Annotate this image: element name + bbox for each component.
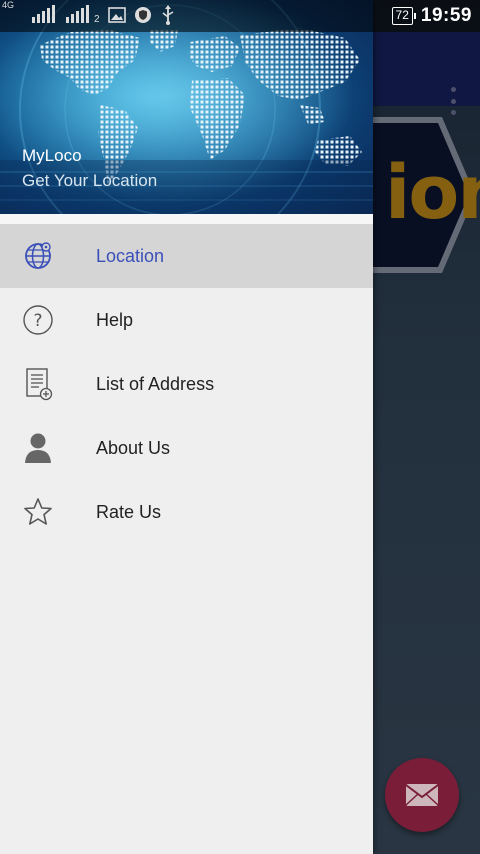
status-bar: 4G 2 72 19:59 <box>0 0 480 32</box>
signal-icon <box>32 4 55 23</box>
menu-item-label: List of Address <box>96 373 215 394</box>
image-icon <box>107 6 126 23</box>
help-icon: ? <box>22 304 54 336</box>
menu-item-rate-us[interactable]: Rate Us <box>0 480 373 544</box>
drawer-app-name: MyLoco <box>22 146 82 165</box>
menu-item-list-of-address[interactable]: List of Address <box>0 352 373 416</box>
menu-item-label: Location <box>96 245 165 266</box>
battery-icon: 72 <box>391 7 417 25</box>
drawer-header: MyLoco Get Your Location <box>0 0 373 214</box>
star-icon <box>22 496 54 528</box>
mail-icon <box>405 784 439 806</box>
menu-item-label: Help <box>96 309 134 330</box>
svg-text:?: ? <box>33 311 42 331</box>
header-divider <box>0 214 373 224</box>
navigation-drawer: MyLoco Get Your Location Location ? Help… <box>0 0 373 854</box>
menu-item-about-us[interactable]: About Us <box>0 416 373 480</box>
usb-icon <box>162 4 173 25</box>
sim2-label: 2 <box>94 14 100 25</box>
drawer-menu: Location ? Help List of Address About Us… <box>0 224 373 544</box>
globe-icon <box>22 240 54 272</box>
menu-item-location[interactable]: Location <box>0 224 373 288</box>
menu-item-help[interactable]: ? Help <box>0 288 373 352</box>
battery-level: 72 <box>395 8 409 22</box>
signal-2-icon <box>66 4 89 23</box>
menu-item-label: Rate Us <box>96 501 162 522</box>
clock: 19:59 <box>420 5 472 26</box>
address-list-icon <box>22 368 54 401</box>
drawer-subtitle: Get Your Location <box>22 171 158 190</box>
menu-item-label: About Us <box>96 437 171 458</box>
shield-icon <box>134 6 151 23</box>
person-icon <box>22 432 54 464</box>
screen: ion <box>0 0 480 854</box>
mail-fab-button[interactable] <box>385 758 459 832</box>
